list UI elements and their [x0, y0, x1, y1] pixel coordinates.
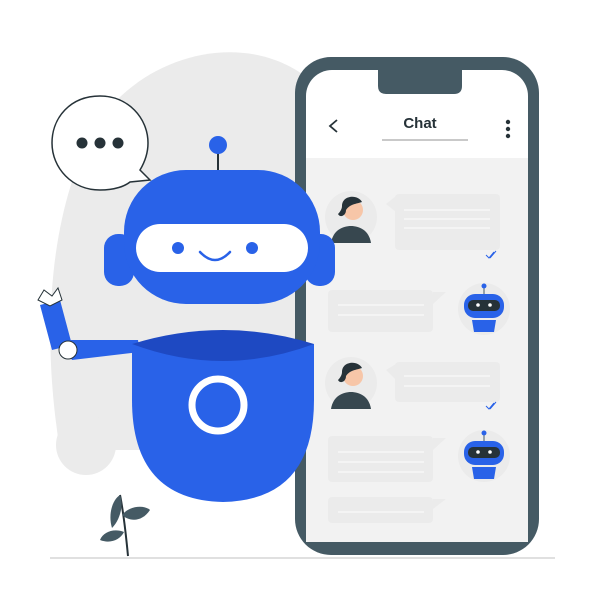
more-vertical-icon[interactable]	[505, 119, 511, 139]
plant-decoration	[100, 494, 150, 557]
robot-neck	[172, 300, 262, 330]
message-4	[328, 436, 446, 482]
robot-left-eye	[172, 242, 184, 254]
background-circle	[56, 415, 116, 475]
robot-antenna-tip	[209, 136, 227, 154]
robot-body	[132, 344, 314, 502]
message-1	[386, 194, 500, 259]
message-3	[386, 362, 500, 410]
robot-face-visor	[136, 224, 308, 272]
robot-right-eye	[246, 242, 258, 254]
woman-avatar	[325, 357, 377, 409]
chatbot-illustration: Chat	[0, 0, 601, 600]
ellipsis-icon	[76, 137, 124, 149]
message-2	[328, 290, 446, 332]
message-5	[328, 497, 446, 523]
illustration-canvas	[37, 52, 555, 559]
phone-notch	[378, 70, 462, 94]
speech-bubble	[51, 95, 152, 191]
chat-header-title: Chat	[403, 115, 437, 132]
woman-avatar	[325, 191, 377, 243]
robot-avatar	[458, 283, 510, 335]
robot-avatar	[458, 430, 510, 482]
